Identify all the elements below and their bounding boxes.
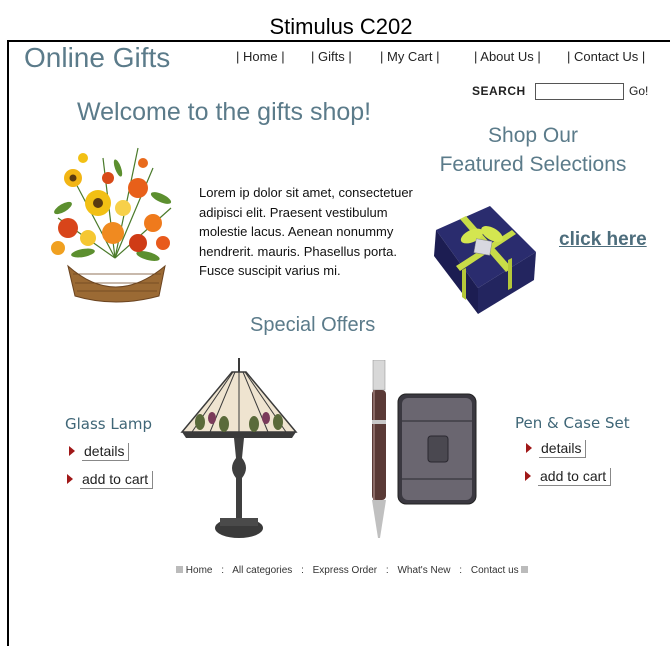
nav-contact-us-link[interactable]: | Contact Us | xyxy=(567,49,645,64)
footer-separator: : xyxy=(385,565,389,576)
site-title: Online Gifts xyxy=(24,42,171,73)
footer-separator: : xyxy=(301,565,304,576)
footer-home-link[interactable]: Home xyxy=(186,565,213,576)
arrow-right-icon xyxy=(69,446,75,456)
nav-about-us-link[interactable]: | About Us | xyxy=(474,49,541,64)
footer-express-order-link[interactable]: Express Order xyxy=(313,565,377,576)
nav-home: | Home | xyxy=(236,49,285,64)
footer-whats-new-link[interactable]: What's New xyxy=(397,565,450,576)
footer-nav: Home : All categories : Express Order : … xyxy=(176,565,529,576)
product-name-pen-case-set: Pen & Case Set xyxy=(515,414,630,432)
square-bullet-icon xyxy=(176,566,183,573)
nav-my-cart: | My Cart | xyxy=(380,49,439,64)
glass-lamp-image xyxy=(180,358,298,538)
search-input[interactable] xyxy=(535,83,624,100)
arrow-right-icon xyxy=(525,471,531,481)
welcome-heading: Welcome to the gifts shop! xyxy=(77,98,372,126)
intro-text: Lorem ip dolor sit amet, consectetuer ad… xyxy=(199,185,413,279)
featured-heading-line1: Shop Our xyxy=(488,124,578,147)
glass-lamp-details-button[interactable]: details xyxy=(69,443,130,461)
footer-all-categories-link[interactable]: All categories xyxy=(232,565,292,576)
glass-lamp-add-to-cart-button[interactable]: add to cart xyxy=(67,471,154,489)
add-to-cart-label: add to cart xyxy=(538,468,612,486)
nav-my-cart-link[interactable]: | My Cart | xyxy=(380,49,439,64)
arrow-right-icon xyxy=(526,443,532,453)
pen-case-set-details-button[interactable]: details xyxy=(526,440,587,458)
details-label: details xyxy=(82,443,130,461)
footer-separator: : xyxy=(459,565,463,576)
gift-box-image xyxy=(434,206,536,314)
featured-click-here-link[interactable]: click here xyxy=(559,229,647,251)
product-name-glass-lamp: Glass Lamp xyxy=(65,415,153,433)
nav-contact-us: | Contact Us | xyxy=(567,49,645,64)
details-label: details xyxy=(539,440,587,458)
arrow-right-icon xyxy=(67,474,73,484)
search-label: SEARCH xyxy=(472,84,526,98)
search-go-button[interactable]: Go! xyxy=(629,84,648,98)
nav-gifts-link[interactable]: | Gifts | xyxy=(311,49,352,64)
nav-home-link[interactable]: | Home | xyxy=(236,49,285,64)
pen-case-set-add-to-cart-button[interactable]: add to cart xyxy=(525,468,612,486)
nav-about-us: | About Us | xyxy=(474,49,541,64)
special-offers-heading: Special Offers xyxy=(250,314,376,336)
footer-contact-us-link[interactable]: Contact us xyxy=(471,565,519,576)
add-to-cart-label: add to cart xyxy=(80,471,154,489)
stimulus-label: Stimulus C202 xyxy=(269,14,413,39)
footer-separator: : xyxy=(221,565,225,576)
nav-gifts: | Gifts | xyxy=(311,49,352,64)
flower-basket-image xyxy=(51,147,172,303)
pen-case-set-image xyxy=(372,360,477,538)
featured-heading-line2: Featured Selections xyxy=(439,153,627,176)
square-bullet-icon xyxy=(521,566,529,573)
